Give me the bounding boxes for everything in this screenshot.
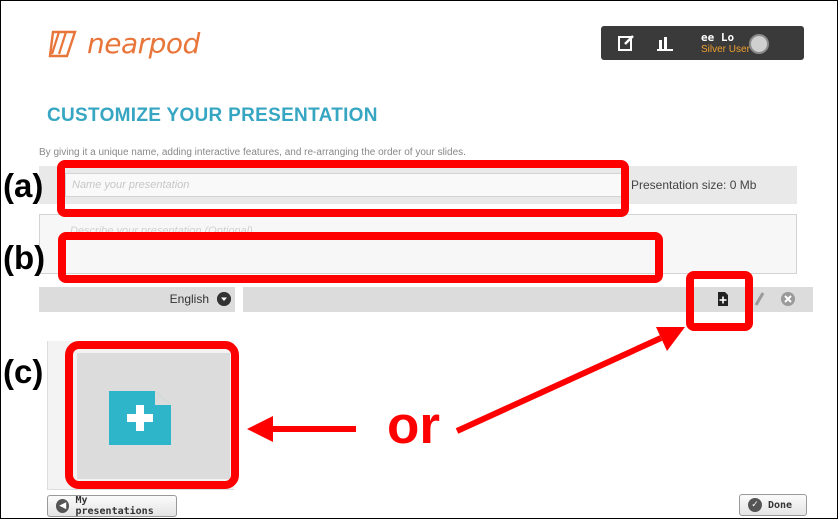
page-subtitle: By giving it a unique name, adding inter…: [39, 147, 466, 158]
delete-slide-icon[interactable]: [780, 291, 796, 307]
done-label: Done: [768, 499, 793, 511]
annotation-c: (c): [3, 353, 44, 390]
annotation-b: (b): [3, 239, 46, 276]
nearpod-logo-icon: [48, 30, 77, 57]
logo-text: nearpod: [87, 27, 200, 60]
language-select[interactable]: English: [39, 287, 235, 312]
arrow-up-right: [455, 335, 663, 434]
presentation-size: Presentation size: 0 Mb: [631, 178, 757, 192]
arrow-up-right-head: [656, 327, 685, 351]
add-slide-small-icon[interactable]: [715, 291, 731, 307]
done-button[interactable]: ✓ Done: [739, 494, 807, 516]
silver-badge-icon: [749, 34, 769, 54]
presentation-description-input[interactable]: [39, 214, 797, 274]
page-title: CUSTOMIZE YOUR PRESENTATION: [47, 105, 378, 126]
checkmark-icon: ✓: [748, 498, 762, 512]
add-slide-icon: [109, 391, 171, 445]
back-arrow-icon: ◀: [56, 499, 70, 513]
my-presentations-label: My presentations: [75, 495, 154, 517]
annotation-or: or: [387, 396, 440, 455]
edit-slide-icon[interactable]: [751, 291, 767, 307]
arrow-left-head: [247, 416, 273, 442]
user-name[interactable]: ee Lo: [701, 31, 734, 44]
slide-toolbar: English: [39, 287, 813, 312]
presentation-name-input[interactable]: [65, 173, 625, 197]
toolbar-divider: [235, 287, 243, 312]
user-toolbar: ee Lo Silver User: [601, 26, 804, 60]
reports-icon[interactable]: [656, 34, 674, 52]
my-presentations-button[interactable]: ◀ My presentations: [47, 495, 177, 517]
name-row: Presentation size: 0 Mb: [39, 166, 797, 204]
user-level: Silver User: [701, 44, 750, 55]
nearpod-logo[interactable]: nearpod: [47, 27, 200, 60]
edit-icon[interactable]: [617, 34, 635, 52]
add-slide-tile[interactable]: [77, 353, 230, 479]
annotation-a: (a): [3, 167, 44, 204]
language-label: English: [169, 292, 209, 306]
app-window: nearpod ee Lo Silver User CUSTOMIZE YOUR…: [0, 0, 838, 519]
chevron-down-icon: [217, 292, 231, 306]
